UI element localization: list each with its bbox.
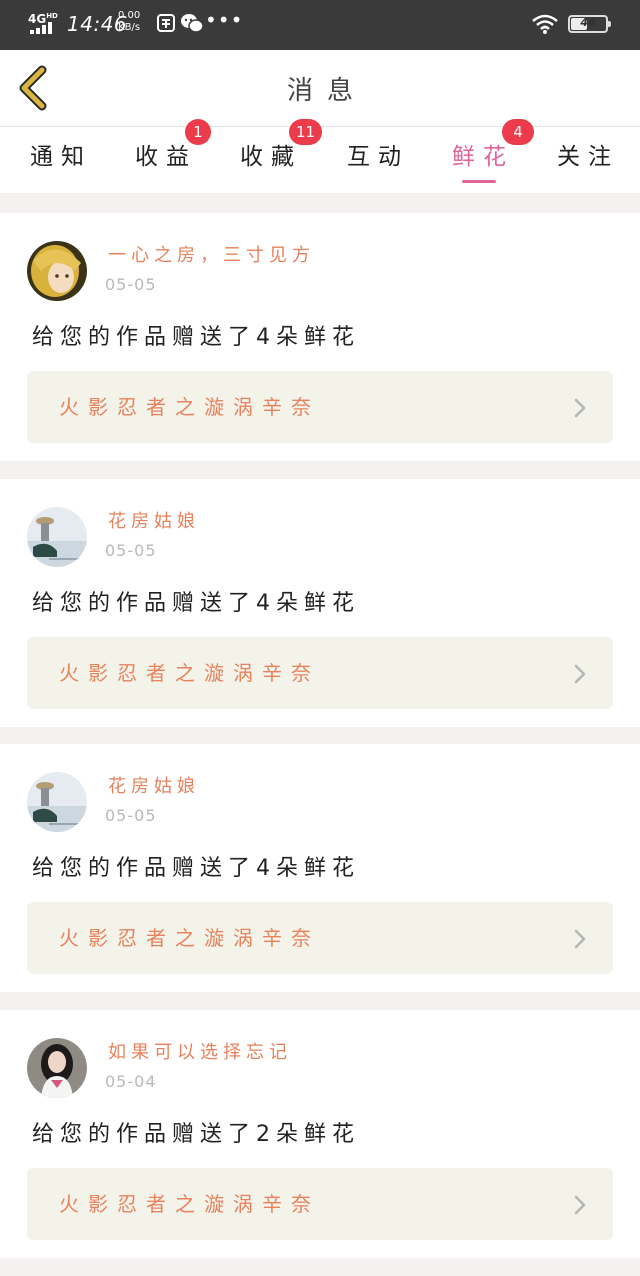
- work-link[interactable]: 火影忍者之漩涡辛奈: [27, 637, 613, 709]
- unread-badge: 11: [289, 119, 323, 145]
- message-date: 05-04: [105, 1072, 157, 1091]
- message-date: 05-05: [105, 275, 157, 294]
- unread-badge: 1: [185, 119, 211, 145]
- message-text: 给您的作品赠送了4朵鲜花: [32, 325, 360, 350]
- tab-interactions[interactable]: 互动: [320, 127, 428, 193]
- status-bar: 4GHD 14:46 0.00 KB/s ••• 44: [0, 0, 640, 50]
- user-name[interactable]: 如果可以选择忘记: [108, 1038, 292, 1064]
- message-card: 如果可以选择忘记 05-04 给您的作品赠送了2朵鲜花 火影忍者之漩涡辛奈: [0, 1010, 640, 1258]
- battery-icon: 44: [568, 15, 611, 33]
- avatar[interactable]: [27, 507, 87, 567]
- tab-flowers[interactable]: 鲜花 4: [425, 119, 534, 193]
- message-card: 一心之房，三寸见方 05-05 给您的作品赠送了4朵鲜花 火影忍者之漩涡辛奈: [0, 213, 640, 461]
- tab-label: 通知: [30, 144, 92, 170]
- message-text: 给您的作品赠送了4朵鲜花: [32, 591, 360, 616]
- network-speed: 0.00 KB/s: [118, 10, 141, 33]
- tab-notifications[interactable]: 通知: [3, 127, 111, 193]
- tab-label: 互动: [347, 144, 409, 170]
- signal-icon: [30, 22, 58, 34]
- chevron-right-icon: [574, 1195, 586, 1215]
- user-name[interactable]: 花房姑娘: [108, 507, 200, 533]
- work-link[interactable]: 火影忍者之漩涡辛奈: [27, 1168, 613, 1240]
- active-tab-indicator: [462, 180, 496, 183]
- wechat-icon: [181, 14, 204, 33]
- user-name[interactable]: 花房姑娘: [108, 772, 200, 798]
- message-text: 给您的作品赠送了4朵鲜花: [32, 856, 360, 881]
- chevron-right-icon: [574, 664, 586, 684]
- message-text: 给您的作品赠送了2朵鲜花: [32, 1122, 360, 1147]
- message-card: 花房姑娘 05-05 给您的作品赠送了4朵鲜花 火影忍者之漩涡辛奈: [0, 479, 640, 727]
- tab-favorites[interactable]: 收藏 11: [213, 119, 323, 193]
- work-title: 火影忍者之漩涡辛奈: [59, 1192, 320, 1216]
- chevron-right-icon: [574, 398, 586, 418]
- user-name[interactable]: 一心之房，三寸见方: [108, 241, 315, 267]
- more-notifications-icon: •••: [205, 8, 244, 32]
- work-title: 火影忍者之漩涡辛奈: [59, 926, 320, 950]
- tab-earnings[interactable]: 收益 1: [108, 119, 216, 193]
- avatar[interactable]: [27, 241, 87, 301]
- avatar[interactable]: [27, 772, 87, 832]
- message-card: 花房姑娘 05-05 给您的作品赠送了4朵鲜花 火影忍者之漩涡辛奈: [0, 744, 640, 992]
- tab-following[interactable]: 关注: [530, 127, 638, 193]
- chevron-right-icon: [574, 929, 586, 949]
- work-link[interactable]: 火影忍者之漩涡辛奈: [27, 371, 613, 443]
- notification-app-icon: [157, 14, 175, 32]
- tab-bar: 通知 收益 1 收藏 11 互动 鲜花 4 关注: [0, 119, 640, 193]
- wifi-icon: [532, 14, 558, 34]
- work-link[interactable]: 火影忍者之漩涡辛奈: [27, 902, 613, 974]
- message-date: 05-05: [105, 806, 157, 825]
- work-title: 火影忍者之漩涡辛奈: [59, 661, 320, 685]
- page-title: 消息: [286, 76, 367, 106]
- message-date: 05-05: [105, 541, 157, 560]
- avatar[interactable]: [27, 1038, 87, 1098]
- title-bar: 消息: [0, 50, 640, 127]
- tab-label: 关注: [557, 144, 619, 170]
- work-title: 火影忍者之漩涡辛奈: [59, 395, 320, 419]
